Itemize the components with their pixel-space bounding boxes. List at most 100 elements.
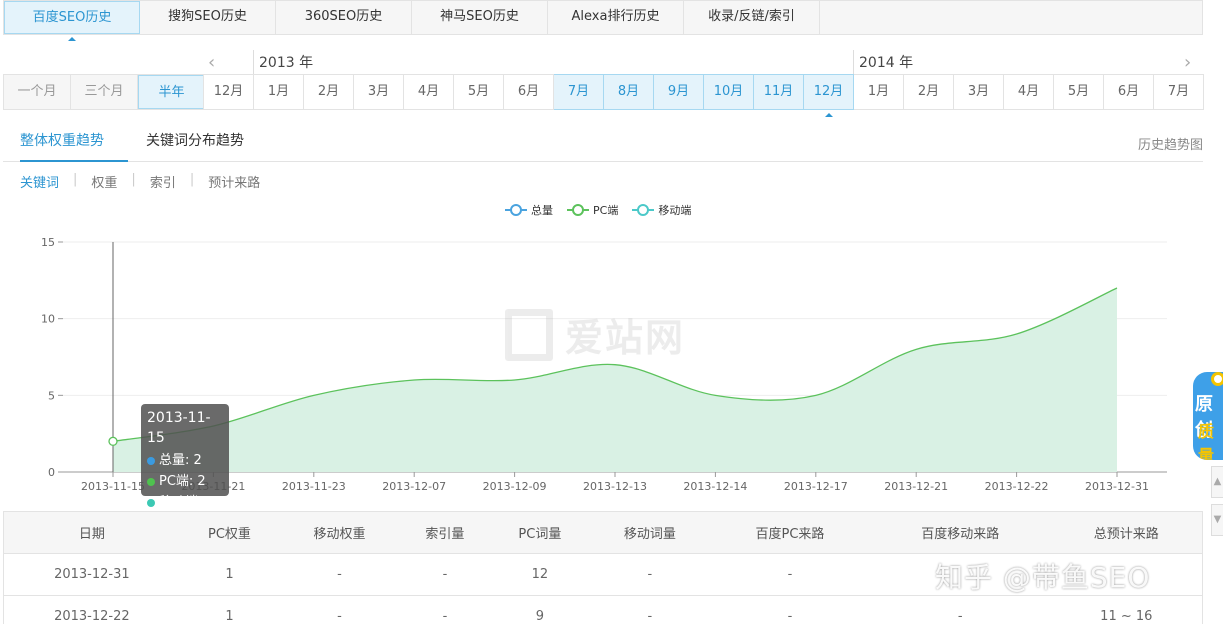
badge-text-2: 质量 [1198,422,1215,460]
tab-sogou-seo[interactable]: 搜狗SEO历史 [140,1,276,34]
legend-pc[interactable]: PC端 [567,202,618,218]
x-tick-label: 2013-12-13 [583,480,647,493]
month-1[interactable]: 1月 [254,74,304,110]
filter-estimated-traffic[interactable]: 预计来路 [208,172,260,191]
month-9[interactable]: 9月 [654,74,704,110]
legend-line-icon [632,204,655,216]
x-tick-label: 2013-12-07 [382,480,446,493]
month-13[interactable]: 1月 [854,74,904,110]
table-cell: 2013-12-31 [2,553,180,596]
column-header: PC权重 [179,511,280,554]
chart-legend: 总量 PC端 移动端 [505,202,705,218]
tab-shenma-seo[interactable]: 神马SEO历史 [412,1,548,34]
filter-index[interactable]: 索引 [150,172,176,191]
column-header: PC词量 [490,511,590,554]
tab-alexa-rank[interactable]: Alexa排行历史 [548,1,684,34]
x-tick-label: 2013-12-17 [784,480,848,493]
y-tick-label: 10 [41,313,55,326]
time-range-group: 一个月 三个月 半年 [3,74,206,110]
month-15[interactable]: 3月 [954,74,1004,110]
range-one-month[interactable]: 一个月 [4,75,71,109]
month-4[interactable]: 4月 [404,74,454,110]
watermark-logo: 爱站网 [505,307,685,362]
tooltip-dot-icon [147,498,155,507]
tooltip-dot-icon [147,456,155,465]
table-cell: 2013-12-22 [2,595,180,624]
table-cell: - [710,595,870,624]
y-tick-label: 15 [41,236,55,249]
column-header: 百度PC来路 [710,511,870,554]
table-cell: - [399,595,491,624]
column-header: 百度移动来路 [869,511,1051,554]
month-14[interactable]: 2月 [904,74,954,110]
table-cell: - [399,553,491,596]
table-cell: - [710,553,870,596]
x-tick-label: 2013-12-14 [683,480,747,493]
x-tick-label: 2013-12-22 [985,480,1049,493]
filter-separator: | [131,172,136,187]
data-point-hover [108,436,118,446]
year-divider [853,50,854,74]
tab-index-backlinks[interactable]: 收录/反链/索引 [684,1,820,34]
table-cell: - [279,553,400,596]
range-three-months[interactable]: 三个月 [71,75,138,109]
watermark-icon [505,308,553,361]
engine-tabs: 百度SEO历史 搜狗SEO历史 360SEO历史 神马SEO历史 Alexa排行… [3,0,1203,41]
tab-360-seo[interactable]: 360SEO历史 [276,1,412,34]
filter-weight[interactable]: 权重 [91,172,117,191]
month-18[interactable]: 6月 [1104,74,1154,110]
x-tick-label: 2013-11-23 [282,480,346,493]
month-10[interactable]: 10月 [704,74,754,110]
tooltip-value: PC端: 2 [159,474,206,489]
legend-mobile[interactable]: 移动端 [632,202,691,218]
table-cell: - [869,595,1051,624]
year-label-right: 2014 年 [859,55,914,71]
legend-label: PC端 [593,204,619,217]
tooltip-date: 2013-11-15 [147,410,211,446]
column-header: 移动权重 [279,511,400,554]
tooltip-value: 总量: 2 [159,453,202,468]
metric-filters: 关键词 | 权重 | 索引 | 预计来路 [20,172,260,191]
tooltip-value: 移动端: - [159,495,212,510]
month-6[interactable]: 6月 [504,74,554,110]
column-header: 索引量 [399,511,491,554]
legend-total[interactable]: 总量 [505,202,553,218]
tooltip-row-total: 总量: 2 [147,450,223,471]
legend-line-icon [567,204,589,216]
filter-keywords[interactable]: 关键词 [20,172,59,191]
tooltip-dot-icon [147,477,155,486]
month-8[interactable]: 8月 [604,74,654,110]
month-2[interactable]: 2月 [304,74,354,110]
x-tick-label: 2013-12-09 [483,480,547,493]
month-17[interactable]: 5月 [1054,74,1104,110]
month-11[interactable]: 11月 [754,74,804,110]
month-selector: 12月 1月 2月 3月 4月 5月 6月 7月 8月 9月 10月 11月 12月 1月 2月 3月 4月 5月… [203,74,1204,117]
month-16[interactable]: 4月 [1004,74,1054,110]
month-5[interactable]: 5月 [454,74,504,110]
month-19[interactable]: 7月 [1154,74,1204,110]
watermark-text: 爱站网 [565,316,686,360]
legend-label: 移动端 [658,204,692,217]
timeline-prev-icon[interactable]: ‹ [208,52,215,73]
column-header: 日期 [2,511,180,554]
range-half-year[interactable]: 半年 [138,75,205,109]
trend-subtabs: 整体权重趋势 关键词分布趋势 历史趋势图 [3,124,1203,162]
subtab-keyword-distribution[interactable]: 关键词分布趋势 [146,130,244,162]
history-trend-link[interactable]: 历史趋势图 [1138,134,1203,153]
month-12[interactable]: 12月 [804,74,854,117]
table-row: 2013-12-22 1- -9- - -11 ~ 16 [2,595,1203,624]
month-3[interactable]: 3月 [354,74,404,110]
table-cell: - [589,595,711,624]
x-tick-label: 2013-12-31 [1085,480,1149,493]
side-promo-badge[interactable]: 原创 质量 [1193,372,1223,460]
month-0[interactable]: 12月 [204,74,254,110]
month-7[interactable]: 7月 [554,74,604,110]
side-scroll-up-icon[interactable]: ▲ [1211,466,1223,498]
timeline-next-icon[interactable]: › [1184,52,1191,73]
subtab-overall-weight[interactable]: 整体权重趋势 [20,130,128,162]
column-header: 移动词量 [589,511,711,554]
tooltip-row-mobile: 移动端: - [147,492,223,513]
table-cell: - [279,595,400,624]
tab-baidu-seo[interactable]: 百度SEO历史 [4,1,140,41]
side-scroll-down-icon[interactable]: ▼ [1211,504,1223,536]
